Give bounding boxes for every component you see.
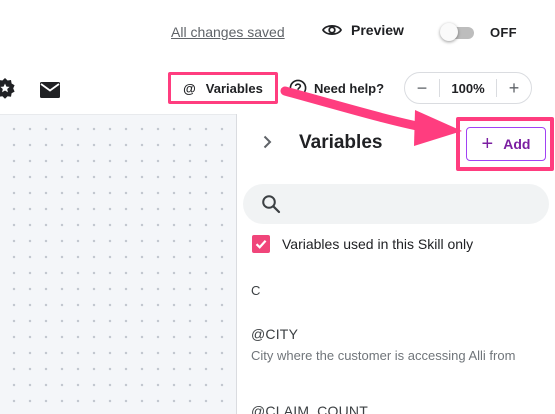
variable-search (243, 184, 549, 224)
preview-toggle[interactable] (440, 23, 476, 41)
zoom-level: 100% (451, 80, 485, 96)
flow-canvas[interactable] (0, 114, 236, 414)
toggle-state-label: OFF (490, 25, 517, 40)
panel-title: Variables (299, 132, 383, 153)
filter-checkbox[interactable] (252, 235, 270, 253)
help-button[interactable]: Need help? (289, 79, 384, 97)
variable-item[interactable]: @CLAIM_COUNT (251, 403, 541, 414)
variables-panel: Variables + Add Variables used in this S… (237, 114, 555, 414)
variable-description: City where the customer is accessing All… (251, 348, 516, 363)
section-header: C (251, 283, 261, 298)
eye-icon (322, 24, 342, 36)
zoom-in-button[interactable]: + (497, 73, 531, 103)
variable-item[interactable]: @CITY City where the customer is accessi… (251, 326, 541, 365)
zoom-control: − 100% + (404, 72, 532, 104)
preview-button[interactable]: Preview (322, 22, 404, 38)
filter-checkbox-row[interactable]: Variables used in this Skill only (252, 235, 473, 253)
top-bar: All changes saved Preview OFF (0, 0, 555, 62)
add-highlight-box: + Add (456, 117, 554, 171)
mail-icon[interactable] (39, 79, 61, 101)
add-button-label: Add (503, 136, 531, 152)
variables-button-label: Variables (205, 80, 263, 96)
at-sign-icon: @ (183, 80, 196, 96)
toggle-thumb (440, 23, 458, 41)
search-input[interactable] (287, 184, 537, 224)
save-status-link[interactable]: All changes saved (171, 24, 285, 40)
variables-button[interactable]: @ Variables (168, 72, 278, 104)
help-label: Need help? (314, 80, 385, 96)
add-variable-button[interactable]: + Add (466, 127, 546, 161)
plus-icon: + (481, 132, 494, 155)
zoom-out-button[interactable]: − (405, 73, 439, 103)
chevron-right-icon[interactable] (259, 134, 275, 150)
badge-icon[interactable] (0, 77, 16, 99)
check-icon (255, 240, 267, 249)
search-icon (262, 195, 281, 214)
help-circle-icon (289, 79, 307, 97)
variable-name: @CLAIM_COUNT (251, 403, 368, 414)
preview-label: Preview (351, 22, 404, 38)
filter-label: Variables used in this Skill only (282, 236, 474, 252)
editor-toolbar: @ Variables Need help? − 100% + (0, 62, 555, 114)
variable-name: @CITY (251, 326, 299, 342)
